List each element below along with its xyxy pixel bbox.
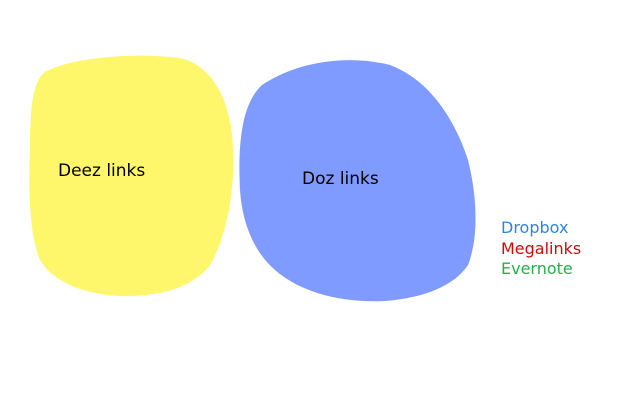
deez-links-label: Deez links xyxy=(58,161,146,181)
link-dropbox[interactable]: Dropbox xyxy=(501,218,581,239)
link-megalinks[interactable]: Megalinks xyxy=(501,239,581,260)
link-evernote[interactable]: Evernote xyxy=(501,259,581,280)
blob-layer xyxy=(29,55,476,302)
link-list: Dropbox Megalinks Evernote xyxy=(501,218,581,280)
doz-links-label: Doz links xyxy=(302,169,379,189)
drawing-canvas: Deez links Doz links Dropbox Megalinks E… xyxy=(0,0,640,400)
